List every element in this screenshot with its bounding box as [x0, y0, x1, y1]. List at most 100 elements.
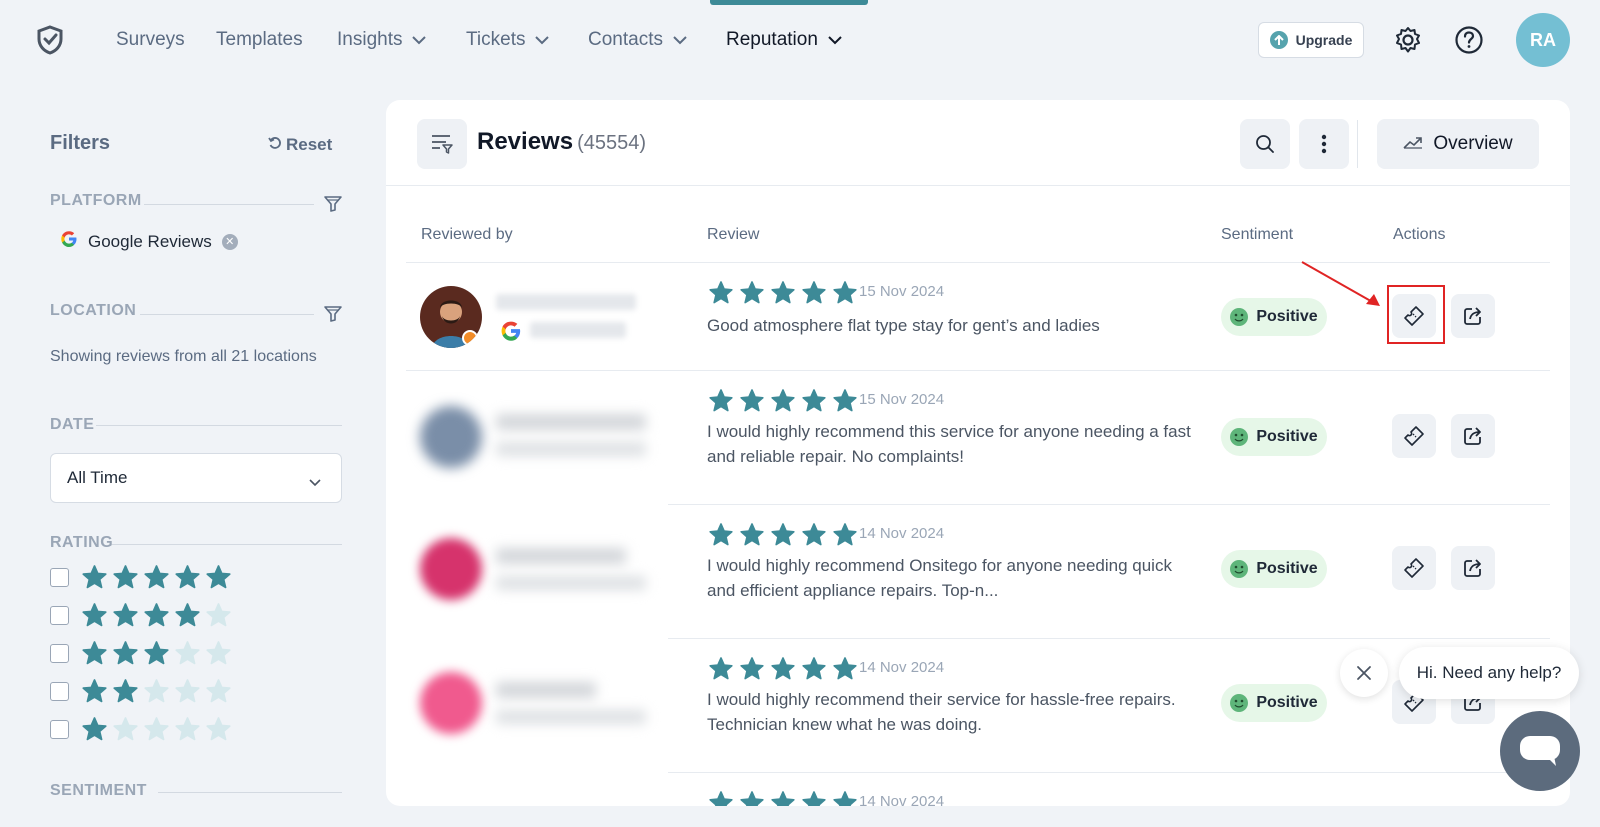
- rating-label: RATING: [50, 534, 114, 551]
- filter-funnel-icon[interactable]: [323, 194, 343, 214]
- review-date: 15 Nov 2024: [859, 283, 945, 300]
- sentiment-label: Positive: [1256, 694, 1318, 711]
- smiley-face-icon: [1230, 308, 1249, 326]
- rating-checkbox[interactable]: [50, 606, 69, 625]
- star-filled-icon: [832, 522, 858, 548]
- rating-stars: [81, 678, 232, 705]
- smiley-face-icon: [1230, 428, 1249, 446]
- settings-gear-icon[interactable]: [1392, 24, 1424, 56]
- upgrade-button[interactable]: Upgrade: [1258, 22, 1364, 58]
- rating-filter-option-3[interactable]: [50, 640, 232, 667]
- rating-filter-option-5[interactable]: [50, 564, 232, 591]
- column-header-review: Review: [707, 226, 760, 243]
- review-text: I would highly recommend this service fo…: [707, 422, 1191, 466]
- star-filled-icon: [174, 564, 201, 591]
- reviewer-location-redacted: [496, 442, 646, 456]
- rating-filter-option-2[interactable]: [50, 678, 232, 705]
- filters-title: Filters: [50, 132, 111, 154]
- open-external-link-icon[interactable]: [1451, 546, 1495, 590]
- star-empty-icon: [143, 678, 170, 705]
- star-filled-icon: [832, 790, 858, 806]
- reviewer-name-redacted: [496, 294, 636, 310]
- star-filled-icon: [770, 388, 796, 414]
- create-ticket-icon[interactable]: [1392, 414, 1436, 458]
- open-external-link-icon[interactable]: [1451, 294, 1495, 338]
- star-empty-icon: [174, 716, 201, 743]
- chevron-down-icon: [828, 26, 842, 54]
- chat-launcher-button[interactable]: [1500, 711, 1580, 791]
- user-avatar[interactable]: RA: [1516, 13, 1570, 67]
- rating-checkbox[interactable]: [50, 644, 69, 663]
- trend-chart-icon: [1403, 133, 1423, 155]
- reviews-card: Reviews (45554) Overview Reviewed by Revi…: [386, 100, 1570, 806]
- chat-greeting-bubble[interactable]: Hi. Need any help?: [1399, 647, 1579, 699]
- column-header-actions: Actions: [1393, 226, 1446, 243]
- star-filled-icon: [770, 656, 796, 682]
- review-text: I would highly recommend Onsitego for an…: [707, 556, 1172, 600]
- nav-reputation[interactable]: Reputation: [726, 26, 842, 54]
- nav-templates[interactable]: Templates: [216, 26, 303, 54]
- open-external-link-icon[interactable]: [1451, 414, 1495, 458]
- overview-button[interactable]: Overview: [1377, 119, 1539, 169]
- divider: [158, 792, 342, 793]
- star-empty-icon: [205, 678, 232, 705]
- divider: [96, 425, 342, 426]
- create-ticket-icon[interactable]: [1392, 546, 1436, 590]
- reviewer-avatar: [420, 406, 482, 468]
- filter-funnel-icon[interactable]: [323, 304, 343, 324]
- app-logo-icon[interactable]: [34, 24, 66, 56]
- column-header-reviewed-by: Reviewed by: [421, 226, 513, 243]
- reset-icon: [268, 135, 282, 155]
- star-filled-icon: [143, 602, 170, 629]
- reviewer-name-redacted: [496, 414, 646, 430]
- review-date: 14 Nov 2024: [859, 659, 945, 676]
- platform-label: PLATFORM: [50, 192, 142, 209]
- review-rating-stars: [708, 790, 858, 806]
- location-summary: Showing reviews from all 21 locations: [50, 348, 317, 365]
- rating-checkbox[interactable]: [50, 682, 69, 701]
- annotation-highlight-box: [1387, 285, 1445, 344]
- review-text: Good atmosphere flat type stay for gent’…: [707, 316, 1100, 335]
- reviewer-location-redacted: [496, 576, 646, 590]
- column-header-sentiment: Sentiment: [1221, 226, 1294, 243]
- star-filled-icon: [739, 522, 765, 548]
- reset-filters-button[interactable]: Reset: [268, 135, 332, 155]
- chat-close-icon[interactable]: [1340, 649, 1388, 697]
- star-filled-icon: [205, 564, 232, 591]
- rating-checkbox[interactable]: [50, 568, 69, 587]
- help-icon[interactable]: [1453, 24, 1485, 56]
- star-filled-icon: [770, 522, 796, 548]
- filter-list-icon[interactable]: [417, 119, 467, 169]
- star-filled-icon: [81, 640, 108, 667]
- remove-chip-close-icon[interactable]: ✕: [221, 233, 238, 250]
- nav-surveys[interactable]: Surveys: [116, 26, 185, 54]
- page-title: Reviews (45554): [477, 128, 646, 155]
- review-rating-stars: [708, 280, 858, 306]
- chevron-down-icon: [535, 26, 550, 54]
- search-icon[interactable]: [1240, 119, 1290, 169]
- star-filled-icon: [143, 640, 170, 667]
- star-filled-icon: [739, 280, 765, 306]
- review-row: 15 Nov 2024 I would highly recommend thi…: [386, 370, 1570, 504]
- sentiment-badge: Positive: [1221, 684, 1327, 722]
- date-label: DATE: [50, 416, 95, 433]
- more-options-icon[interactable]: [1299, 119, 1349, 169]
- star-empty-icon: [174, 640, 201, 667]
- reset-label: Reset: [286, 135, 333, 154]
- divider: [140, 314, 314, 315]
- rating-filter-option-1[interactable]: [50, 716, 232, 743]
- star-empty-icon: [205, 640, 232, 667]
- reviews-header: Reviews (45554) Overview: [386, 100, 1570, 186]
- review-text: I would highly recommend their service f…: [707, 690, 1176, 734]
- reviewer-avatar: [420, 286, 482, 348]
- nav-tickets[interactable]: Tickets: [466, 26, 550, 54]
- star-filled-icon: [81, 678, 108, 705]
- sentiment-label: Positive: [1256, 308, 1318, 325]
- rating-checkbox[interactable]: [50, 720, 69, 739]
- rating-filter-option-4[interactable]: [50, 602, 232, 629]
- nav-insights[interactable]: Insights: [337, 26, 427, 54]
- smiley-face-icon: [1230, 560, 1249, 578]
- star-filled-icon: [81, 602, 108, 629]
- date-range-select[interactable]: All Time: [50, 453, 342, 503]
- nav-contacts[interactable]: Contacts: [588, 26, 687, 54]
